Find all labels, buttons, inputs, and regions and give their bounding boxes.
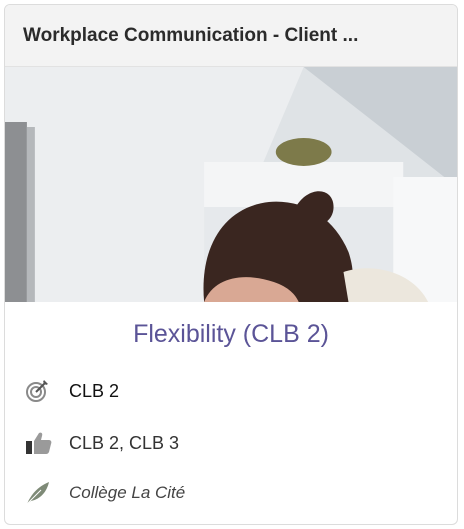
target-level-row: CLB 2 <box>5 371 457 411</box>
target-level-text: CLB 2 <box>69 380 120 401</box>
card-header: Workplace Communication - Client ... <box>5 5 457 67</box>
course-card[interactable]: Workplace Communication - Client ... Fle… <box>4 4 458 525</box>
feather-icon <box>25 481 57 505</box>
card-header-title: Workplace Communication - Client ... <box>23 24 359 46</box>
provider-text: Collège La Cité <box>69 483 186 502</box>
recommended-levels-row: CLB 2, CLB 3 <box>5 423 457 463</box>
thumbs-up-icon <box>25 431 57 455</box>
course-title[interactable]: Flexibility (CLB 2) <box>5 320 457 349</box>
recommended-levels-text: CLB 2, CLB 3 <box>69 432 180 453</box>
course-image[interactable] <box>5 67 457 302</box>
provider-row: Collège La Cité <box>5 473 457 513</box>
course-photo <box>5 67 457 302</box>
target-icon <box>25 379 57 403</box>
